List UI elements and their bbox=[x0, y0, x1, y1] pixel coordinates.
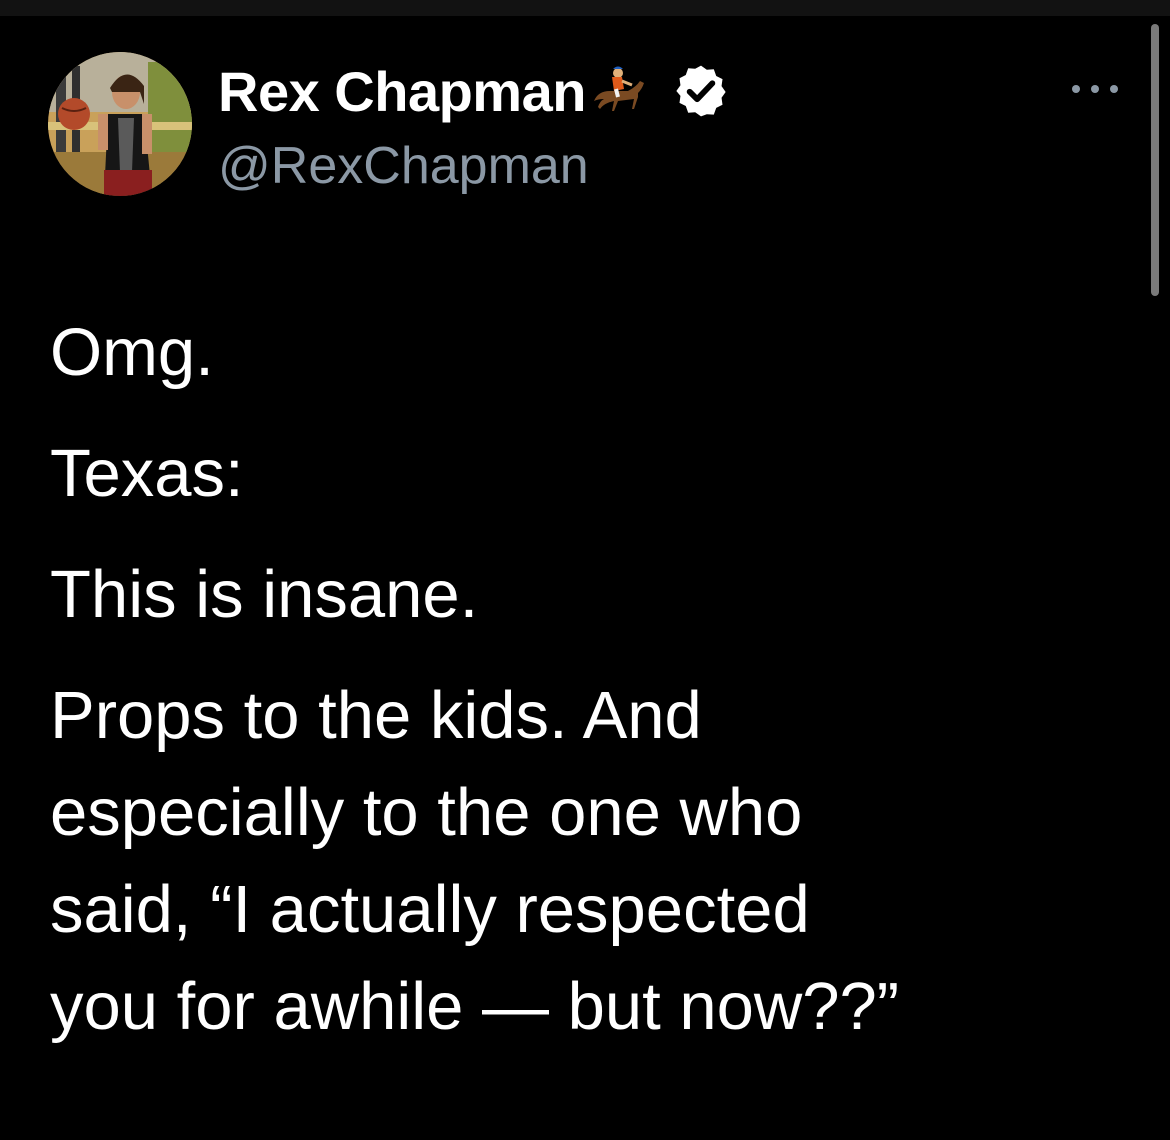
tweet-paragraph: Texas: bbox=[50, 436, 244, 511]
tweet-text: Omg. Texas: This is insane. Props to the… bbox=[50, 304, 1050, 1055]
tweet-paragraph: This is insane. bbox=[50, 557, 479, 632]
author-name-row[interactable]: Rex Chapman bbox=[218, 56, 730, 126]
verified-badge-icon bbox=[672, 62, 730, 120]
tweet-paragraph: Omg. bbox=[50, 315, 214, 390]
dot bbox=[1110, 85, 1118, 93]
tweet-line: Props to the kids. And bbox=[50, 678, 702, 753]
dot bbox=[1072, 85, 1080, 93]
dot bbox=[1091, 85, 1099, 93]
status-strip bbox=[0, 0, 1170, 16]
author-display-name[interactable]: Rex Chapman bbox=[218, 59, 586, 124]
avatar-image bbox=[48, 52, 192, 196]
tweet-line: you for awhile — but now??” bbox=[50, 969, 900, 1044]
scrollbar[interactable] bbox=[1151, 24, 1159, 296]
tweet-header: Rex Chapman @RexChapman bbox=[48, 52, 1118, 202]
tweet-line: especially to the one who bbox=[50, 775, 803, 850]
tweet-line: said, “I actually respected bbox=[50, 872, 810, 947]
avatar[interactable] bbox=[48, 52, 192, 196]
more-dots-icon[interactable] bbox=[1072, 74, 1118, 104]
horse-racing-jockey-icon bbox=[588, 61, 648, 121]
author-handle[interactable]: @RexChapman bbox=[218, 136, 589, 196]
